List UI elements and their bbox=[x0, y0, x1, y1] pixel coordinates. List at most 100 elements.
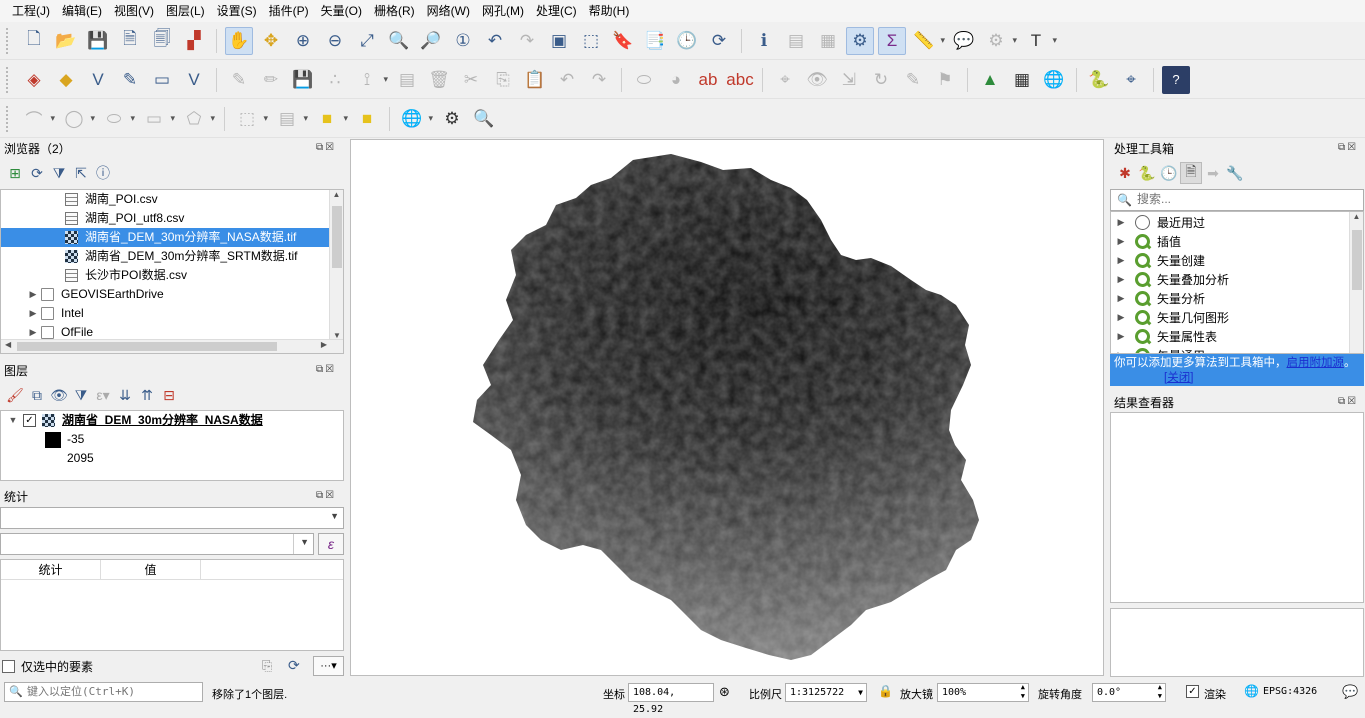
browser-item[interactable]: 湖南_POI_utf8.csv bbox=[1, 209, 343, 228]
processing-group[interactable]: ▶ 插值 bbox=[1111, 232, 1363, 251]
toolbar-grip[interactable] bbox=[6, 66, 12, 93]
menu-raster[interactable]: 栅格(R) bbox=[368, 0, 421, 22]
results-list[interactable] bbox=[1110, 412, 1364, 603]
expand-arrow-icon[interactable]: ▶ bbox=[25, 304, 41, 323]
redo-icon[interactable]: ↷ bbox=[585, 66, 613, 94]
crs-globe-icon[interactable]: 🌐 bbox=[1244, 684, 1259, 698]
expand-arrow-icon[interactable]: ▶ bbox=[1113, 331, 1129, 342]
search-icon[interactable]: 🔍 bbox=[470, 105, 498, 133]
menu-help[interactable]: 帮助(H) bbox=[583, 0, 636, 22]
messages-icon[interactable]: 💬 bbox=[1342, 684, 1358, 700]
processing-group[interactable]: ▶ 最近用过 bbox=[1111, 213, 1363, 232]
render-checkbox[interactable]: ✓ bbox=[1186, 685, 1199, 698]
zoom-in-icon[interactable]: ⊕ bbox=[289, 27, 317, 55]
current-edits-icon[interactable]: ✏ bbox=[257, 66, 285, 94]
zoom-to-layer-icon[interactable]: 🔎 bbox=[417, 27, 445, 55]
copy-features-icon[interactable]: ⎘ bbox=[489, 66, 517, 94]
processing-vscroll-thumb[interactable] bbox=[1352, 230, 1362, 290]
add-group-icon[interactable]: ⧉ bbox=[26, 384, 48, 406]
pan-to-selection-icon[interactable]: ✥ bbox=[257, 27, 285, 55]
menu-view[interactable]: 视图(V) bbox=[108, 0, 160, 22]
browser-hscroll[interactable]: ◀ ▶ bbox=[1, 339, 343, 353]
locator-bar[interactable]: 🔍 bbox=[4, 682, 203, 702]
processing-panel-controls[interactable]: ⧉☒ bbox=[1338, 142, 1358, 153]
expression-button[interactable]: ε bbox=[318, 533, 344, 555]
toolbar-grip[interactable] bbox=[6, 105, 12, 132]
browser-item[interactable]: 湖南_POI.csv bbox=[1, 190, 343, 209]
menu-project[interactable]: 工程(J) bbox=[6, 0, 56, 22]
rotate-label-icon[interactable]: ↻ bbox=[867, 66, 895, 94]
info-icon[interactable]: ⓘ bbox=[92, 162, 114, 184]
modify-attributes-icon[interactable]: ▤ bbox=[393, 66, 421, 94]
menu-vector[interactable]: 矢量(O) bbox=[315, 0, 368, 22]
zoom-last-icon[interactable]: ↶ bbox=[481, 27, 509, 55]
processing-group[interactable]: ▶ 矢量叠加分析 bbox=[1111, 270, 1363, 289]
processing-group[interactable]: ▶矢量通用 bbox=[1111, 346, 1363, 353]
digitize-shape-icon[interactable]: ⌒ bbox=[20, 105, 56, 133]
layer-row[interactable]: ▼ ✓ 湖南省_DEM_30m分辨率_NASA数据 bbox=[1, 411, 343, 430]
processing-group[interactable]: ▶ 矢量属性表 bbox=[1111, 327, 1363, 346]
zoom-full-icon[interactable]: ⤢ bbox=[353, 27, 381, 55]
attribute-table-icon[interactable]: ▤ bbox=[782, 27, 810, 55]
menu-layer[interactable]: 图层(L) bbox=[160, 0, 211, 22]
expand-arrow-icon[interactable]: ▶ bbox=[1113, 293, 1129, 304]
python-console-icon[interactable]: 🐍 bbox=[1085, 66, 1113, 94]
edit-features-in-place-icon[interactable]: ➡ bbox=[1202, 162, 1224, 184]
help-icon[interactable]: ? bbox=[1162, 65, 1190, 94]
paste-features-icon[interactable]: 📋 bbox=[521, 66, 549, 94]
layers-panel-controls[interactable]: ⧉☒ bbox=[316, 364, 336, 375]
layout-manager-icon[interactable]: 🗐 bbox=[148, 27, 176, 55]
crs-label[interactable]: EPSG:4326 bbox=[1263, 686, 1317, 697]
manage-visibility-icon[interactable]: 👁 bbox=[48, 384, 70, 406]
map-canvas[interactable] bbox=[350, 139, 1104, 676]
locate-plugin-icon[interactable]: ⌖ bbox=[1117, 66, 1145, 94]
add-selected-icon[interactable]: ⊞ bbox=[4, 162, 26, 184]
new-geopackage-icon[interactable]: ◆ bbox=[52, 66, 80, 94]
coord-field[interactable]: 108.04, 25.92 bbox=[628, 683, 714, 715]
pan-map-icon[interactable]: ✋ bbox=[225, 26, 253, 55]
layer-name[interactable]: 湖南省_DEM_30m分辨率_NASA数据 bbox=[62, 411, 263, 430]
select-features-icon[interactable]: ⬚ bbox=[233, 105, 268, 133]
georeferencer-icon[interactable]: ▦ bbox=[1008, 66, 1036, 94]
browser-panel-controls[interactable]: ⧉☒ bbox=[316, 142, 336, 153]
label-toolbar-icon[interactable]: ⬭ bbox=[630, 66, 658, 94]
lock-scale-icon[interactable]: 🔒 bbox=[878, 684, 893, 698]
temporal-controller-icon[interactable]: 🕒 bbox=[673, 27, 701, 55]
stats-layer-select[interactable]: ▼ bbox=[0, 507, 344, 529]
digitize-icon[interactable]: ✎ bbox=[116, 66, 144, 94]
change-label-icon[interactable]: ✎ bbox=[899, 66, 927, 94]
bookmark-icon[interactable]: 🔖 bbox=[609, 27, 637, 55]
browser-item[interactable]: 长沙市POI数据.csv bbox=[1, 266, 343, 285]
browser-vscroll-thumb[interactable] bbox=[332, 206, 342, 268]
expand-arrow-icon[interactable]: ▶ bbox=[1113, 255, 1129, 266]
identify-icon[interactable]: ℹ bbox=[750, 27, 778, 55]
cut-features-icon[interactable]: ✂ bbox=[457, 66, 485, 94]
move-label-icon[interactable]: ⇲ bbox=[835, 66, 863, 94]
locator-input[interactable] bbox=[27, 685, 197, 698]
zoom-next-icon[interactable]: ↷ bbox=[513, 27, 541, 55]
collapse-all-icon[interactable]: ⇈ bbox=[136, 384, 158, 406]
menu-web[interactable]: 网络(W) bbox=[421, 0, 476, 22]
expand-arrow-icon[interactable]: ▶ bbox=[1113, 312, 1129, 323]
zoom-out-icon[interactable]: ⊖ bbox=[321, 27, 349, 55]
zoom-native-icon[interactable]: ① bbox=[449, 27, 477, 55]
browser-item[interactable]: ▶ Intel bbox=[1, 304, 343, 323]
rotation-field[interactable]: 0.0° ▲ ▼ bbox=[1092, 683, 1166, 702]
layer-labeling-icon[interactable]: ab bbox=[694, 66, 722, 94]
save-edits-icon[interactable]: 💾 bbox=[289, 66, 317, 94]
open-project-icon[interactable]: 📂 bbox=[52, 27, 80, 55]
new-3d-view-icon[interactable]: ⬚ bbox=[577, 27, 605, 55]
refresh-stats-icon[interactable]: ⟳ bbox=[288, 657, 300, 674]
results-panel-controls[interactable]: ⧉☒ bbox=[1338, 396, 1358, 407]
new-print-layout-icon[interactable]: 🗎 bbox=[116, 27, 144, 55]
filter-legend-icon[interactable]: ⧩ bbox=[70, 384, 92, 406]
refresh-icon[interactable]: ⟳ bbox=[26, 162, 48, 184]
select-location-icon[interactable]: ■ bbox=[353, 105, 381, 133]
stats-options-button[interactable]: ···▾ bbox=[313, 656, 344, 676]
expand-arrow-icon[interactable]: ▶ bbox=[25, 285, 41, 304]
expand-arrow-icon[interactable]: ▶ bbox=[1113, 217, 1129, 228]
menu-edit[interactable]: 编辑(E) bbox=[56, 0, 108, 22]
pin-labels-icon[interactable]: ⌖ bbox=[771, 66, 799, 94]
select-by-value-icon[interactable]: ▤ bbox=[273, 105, 308, 133]
model-icon[interactable]: ✱ bbox=[1114, 162, 1136, 184]
